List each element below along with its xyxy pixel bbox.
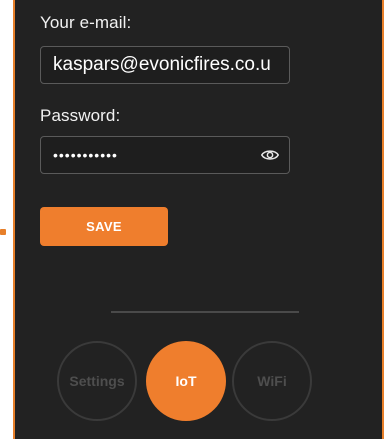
password-label: Password: (40, 106, 121, 125)
nav-iot-button[interactable]: IoT (146, 341, 226, 421)
save-button[interactable]: SAVE (40, 207, 168, 246)
password-value: ••••••••••• (53, 147, 118, 163)
password-field[interactable]: ••••••••••• (40, 136, 290, 174)
nav-settings-button[interactable]: Settings (57, 341, 137, 421)
app-panel: Your e-mail: kaspars@evonicfires.co.u Pa… (13, 0, 384, 439)
nav-wifi-button[interactable]: WiFi (232, 341, 312, 421)
email-label: Your e-mail: (40, 13, 132, 32)
side-marker (0, 229, 6, 235)
divider (111, 311, 299, 313)
eye-icon[interactable] (261, 147, 279, 163)
email-field[interactable]: kaspars@evonicfires.co.u (40, 46, 290, 84)
